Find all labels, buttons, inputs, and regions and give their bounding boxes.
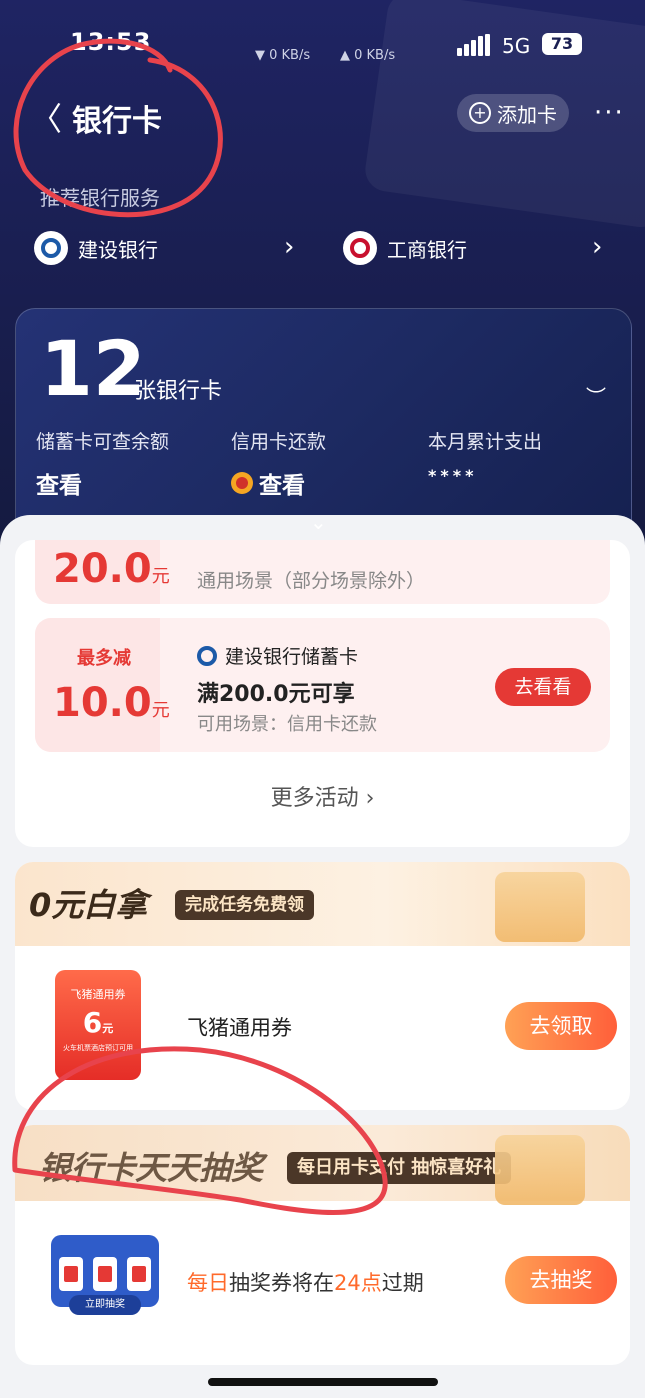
plus-icon: + [469,102,491,124]
amount-unit: 元 [151,566,170,587]
add-card-label: 添加卡 [497,102,557,127]
draw-button[interactable]: 去抽奖 [505,1256,617,1304]
coupon-card[interactable]: 20.0元 通用场景（部分场景除外） [35,540,610,604]
monthly-spending[interactable]: 本月累计支出 **** [428,427,542,485]
coupon-max-label: 最多减 [77,648,131,669]
free-section: 0元白拿 完成任务免费领 飞猪通用券 6元 火车机票酒店预订可用 飞猪通用券 去… [15,862,630,1110]
coupon-card[interactable]: 最多减 10.0元 建设银行储蓄卡 满200.0元可享 可用场景：信用卡还款 去… [35,618,610,752]
network-type: 5G [502,34,531,58]
coupon-scene: 可用场景：信用卡还款 [197,714,377,735]
voucher-label: 飞猪通用券 [187,1016,292,1040]
machine-button-label: 立即抽奖 [69,1295,141,1315]
credit-repayment[interactable]: 信用卡还款 查看 [231,427,326,500]
chevron-down-icon[interactable]: ⌄ [310,510,327,534]
bank-icbc[interactable]: 工商银行 [343,228,467,268]
add-card-button[interactable]: + 添加卡 [457,94,569,132]
text-post: 过期 [381,1271,424,1295]
free-title: 0元白拿 [29,886,148,924]
repay-icon [231,472,253,494]
text-pre: 每日 [187,1271,229,1295]
coupon-scene: 通用场景（部分场景除外） [197,570,426,592]
page-title: 银行卡 [72,104,162,139]
eye-closed-icon[interactable]: ︶ [586,381,606,410]
machine-slot [93,1257,117,1291]
column-value-wrap: 查看 [231,466,326,500]
chevron-right-icon[interactable]: › [592,232,602,262]
icbc-logo-icon [343,231,377,265]
text-mid: 抽奖券将在 [229,1271,334,1295]
bank-ccb[interactable]: 建设银行 [34,228,158,268]
gift-box-icon [495,1135,585,1205]
coupon-amount: 10.0元 [53,680,170,726]
ccb-logo-icon [197,645,217,666]
savings-balance[interactable]: 储蓄卡可查余额 查看 [36,427,169,500]
text-highlight: 24点 [334,1271,382,1295]
coupon-condition: 满200.0元可享 [197,682,355,707]
ccb-logo-icon [34,231,68,265]
free-banner: 0元白拿 完成任务免费领 [15,862,630,946]
net-download-speed: ▼ 0 KB/s [255,48,311,63]
battery-icon: 73 [542,33,582,55]
lottery-tag: 每日用卡支付 抽惊喜好礼 [287,1152,512,1184]
lottery-title: 银行卡天天抽奖 [39,1149,264,1187]
coupon-amount: 20.0元 [53,546,170,592]
column-value: 查看 [36,473,82,499]
slot-machine-image: 立即抽奖 [45,1225,165,1325]
voucher-value: 6元 [55,1006,141,1039]
lottery-banner: 银行卡天天抽奖 每日用卡支付 抽惊喜好礼 [15,1125,630,1205]
voucher-sub: 火车机票酒店预订可用 [63,1044,133,1052]
column-label: 储蓄卡可查余额 [36,431,170,453]
net-upload-speed: ▲ 0 KB/s [340,48,396,63]
chevron-right-icon[interactable]: › [284,232,294,262]
voucher-image: 飞猪通用券 6元 火车机票酒店预订可用 [55,970,141,1080]
recommend-label: 推荐银行服务 [40,186,160,210]
claim-button[interactable]: 去领取 [505,1002,617,1050]
bank-name: 建设银行 [78,237,158,262]
gift-box-icon [495,872,585,942]
more-activities-link[interactable]: 更多活动 › [15,780,630,812]
status-bar: 13:53 5G 73 [0,28,645,64]
lottery-expire-text: 每日抽奖券将在24点过期 [187,1267,424,1297]
free-tag: 完成任务免费领 [175,890,314,920]
card-count: 12 [40,324,146,413]
signal-icon [457,34,491,56]
coupon-bank-name: 建设银行储蓄卡 [225,646,359,668]
status-time: 13:53 [70,28,152,56]
amount-value: 20.0 [53,546,152,592]
home-indicator [208,1378,438,1386]
coupon-bank: 建设银行储蓄卡 [197,642,358,669]
amount-value: 10.0 [53,680,152,726]
nav-bar: 〈 银行卡 + 添加卡 ··· [0,90,645,140]
column-label: 本月累计支出 [428,431,543,453]
card-count-label: 张银行卡 [134,379,223,404]
lottery-section: 银行卡天天抽奖 每日用卡支付 抽惊喜好礼 立即抽奖 每日抽奖券将在24点过期 去… [15,1125,630,1365]
machine-slot [127,1257,151,1291]
bank-name: 工商银行 [387,237,467,262]
more-icon[interactable]: ··· [594,98,625,128]
amount-unit: 元 [151,700,170,721]
voucher-title: 飞猪通用券 [70,988,126,1001]
machine-slot [59,1257,83,1291]
coupon-box: 20.0元 通用场景（部分场景除外） 最多减 10.0元 建设银行储蓄卡 满20… [15,540,630,847]
voucher-number: 6 [82,1006,103,1039]
back-icon[interactable]: 〈 [30,94,62,140]
voucher-unit: 元 [102,1022,114,1035]
column-value: **** [428,466,478,485]
view-coupon-button[interactable]: 去看看 [495,668,591,706]
column-value: 查看 [259,473,305,499]
column-label: 信用卡还款 [231,431,327,453]
